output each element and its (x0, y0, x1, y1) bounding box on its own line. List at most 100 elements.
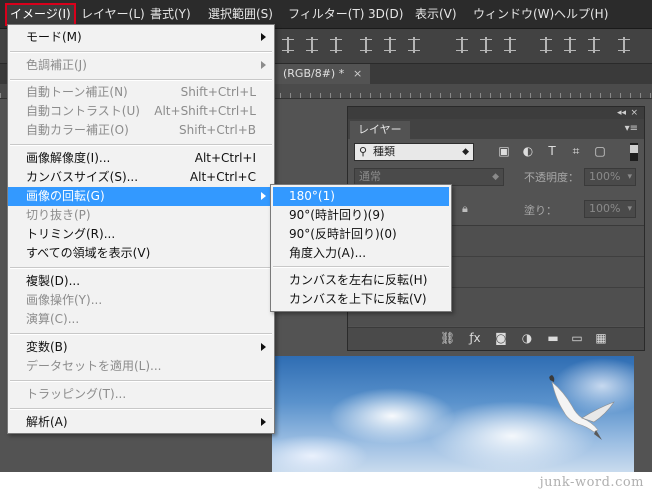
fill-field[interactable]: 100% ▾ (584, 200, 636, 218)
mask-icon[interactable]: ◙ (494, 331, 508, 345)
distribute-left-icon[interactable] (540, 37, 552, 53)
layer-filter-select[interactable]: ⚲ 種類 ◆ (354, 143, 474, 161)
menu-layer[interactable]: レイヤー(L) (81, 5, 145, 23)
menu-filter[interactable]: フィルター(T) (288, 5, 364, 23)
menu-item-label: 色調補正(J) (26, 58, 87, 72)
chevron-down-icon: ▾ (627, 172, 632, 182)
distribute-bottom-icon[interactable] (504, 37, 516, 53)
folder-icon[interactable]: ▬ (546, 331, 560, 345)
menu-item-shortcut: Alt+Ctrl+C (189, 170, 256, 184)
menu-item-shortcut: Shift+Ctrl+L (180, 85, 256, 99)
lock-icon[interactable]: 🔒︎ (462, 202, 468, 216)
fill-value: 100% (589, 202, 621, 215)
submenu-item-label: 90°(反時計回り)(0) (289, 227, 397, 241)
collapse-icon[interactable]: ◂◂ (617, 107, 626, 119)
menu-item-label: モード(M) (26, 30, 82, 44)
menu-item-crop[interactable]: 切り抜き(P) (8, 206, 274, 225)
menu-item-variables[interactable]: 変数(B) (8, 338, 274, 357)
distribute-right-icon[interactable] (588, 37, 600, 53)
menu-separator (10, 380, 272, 382)
link-icon[interactable]: ⛓ (440, 331, 455, 345)
menu-item-label: 画像の回転(G) (26, 189, 105, 203)
tab-layers[interactable]: レイヤー (350, 121, 410, 139)
canvas-image (272, 356, 634, 472)
submenu-item-rotate-90-ccw[interactable]: 90°(反時計回り)(0) (273, 225, 449, 244)
menu-image[interactable]: イメージ(I) (5, 3, 76, 26)
distribute-top-icon[interactable] (456, 37, 468, 53)
menu-item-label: 複製(D)... (26, 274, 81, 288)
menu-item-shortcut: Shift+Ctrl+B (179, 123, 256, 137)
submenu-item-label: 90°(時計回り)(9) (289, 208, 385, 222)
type-filter-icon[interactable]: T (546, 145, 558, 157)
menu-item-canvas-size[interactable]: カンバスサイズ(S)... Alt+Ctrl+C (8, 168, 274, 187)
menu-item-label: 切り抜き(P) (26, 208, 91, 222)
submenu-item-flip-horizontal[interactable]: カンバスを左右に反転(H) (273, 271, 449, 290)
menu-view[interactable]: 表示(V) (415, 5, 457, 23)
menu-separator (10, 79, 272, 81)
menu-item-reveal-all[interactable]: すべての領域を表示(V) (8, 244, 274, 263)
menu-item-trim[interactable]: トリミング(R)... (8, 225, 274, 244)
menu-type[interactable]: 書式(Y) (150, 5, 191, 23)
align-top-icon[interactable] (282, 37, 294, 53)
menu-item-apply-image[interactable]: 画像操作(Y)... (8, 291, 274, 310)
panel-header-strip (348, 107, 644, 119)
close-icon[interactable]: × (353, 64, 362, 84)
auto-align-icon[interactable] (618, 37, 630, 53)
submenu-item-flip-vertical[interactable]: カンバスを上下に反転(V) (273, 290, 449, 309)
submenu-item-rotate-180[interactable]: 180°(1) (273, 187, 449, 206)
document-tab[interactable]: (RGB/8#) * × (275, 64, 371, 84)
menu-item-image-rotation[interactable]: 画像の回転(G) (8, 187, 274, 206)
menu-item-apply-dataset[interactable]: データセットを適用(L)... (8, 357, 274, 376)
menu-window[interactable]: ウィンドウ(W) (473, 5, 554, 23)
submenu-item-label: 180°(1) (289, 189, 335, 203)
submenu-arrow-icon (261, 33, 266, 41)
layer-filter-label: 種類 (373, 145, 395, 158)
submenu-arrow-icon (261, 418, 266, 426)
submenu-item-rotate-90-cw[interactable]: 90°(時計回り)(9) (273, 206, 449, 225)
distribute-vcenter-icon[interactable] (480, 37, 492, 53)
pixel-filter-icon[interactable]: ▣ (498, 145, 510, 157)
chevron-down-icon: ▾ (627, 204, 632, 214)
panel-close-icon[interactable]: × (630, 107, 638, 119)
menu-separator (10, 144, 272, 146)
menu-item-label: 自動コントラスト(U) (26, 104, 140, 118)
adjustment-filter-icon[interactable]: ◐ (522, 145, 534, 157)
menu-select[interactable]: 選択範囲(S) (208, 5, 273, 23)
menu-item-adjustments[interactable]: 色調補正(J) (8, 56, 274, 75)
trash-icon[interactable]: ▦ (594, 331, 608, 345)
align-left-icon[interactable] (360, 37, 372, 53)
menu-item-calculations[interactable]: 演算(C)... (8, 310, 274, 329)
menu-item-shortcut: Alt+Shift+Ctrl+L (154, 104, 256, 118)
menu-item-auto-tone[interactable]: 自動トーン補正(N) Shift+Ctrl+L (8, 83, 274, 102)
menu-3d[interactable]: 3D(D) (368, 5, 403, 23)
filter-toggle[interactable] (630, 143, 638, 161)
menu-item-image-size[interactable]: 画像解像度(I)... Alt+Ctrl+I (8, 149, 274, 168)
panel-menu-icon[interactable]: ▾≡ (625, 123, 638, 134)
fx-icon[interactable]: ƒx (468, 331, 482, 345)
menu-item-mode[interactable]: モード(M) (8, 28, 274, 47)
align-vcenter-icon[interactable] (306, 37, 318, 53)
new-layer-icon[interactable]: ▭ (570, 331, 584, 345)
align-right-icon[interactable] (408, 37, 420, 53)
menu-item-analysis[interactable]: 解析(A) (8, 413, 274, 432)
menu-separator (273, 266, 449, 268)
fill-label: 塗り： (524, 204, 557, 217)
menu-item-auto-contrast[interactable]: 自動コントラスト(U) Alt+Shift+Ctrl+L (8, 102, 274, 121)
adjustment-layer-icon[interactable]: ◑ (520, 331, 534, 345)
footer-strip: junk-word.com (0, 472, 652, 493)
menu-item-label: 自動トーン補正(N) (26, 85, 128, 99)
submenu-item-label: 角度入力(A)... (289, 246, 367, 260)
submenu-item-arbitrary[interactable]: 角度入力(A)... (273, 244, 449, 263)
opacity-field[interactable]: 100% ▾ (584, 168, 636, 186)
menu-item-label: 変数(B) (26, 340, 68, 354)
menu-item-trap[interactable]: トラッピング(T)... (8, 385, 274, 404)
align-bottom-icon[interactable] (330, 37, 342, 53)
menu-item-auto-color[interactable]: 自動カラー補正(O) Shift+Ctrl+B (8, 121, 274, 140)
menu-item-duplicate[interactable]: 複製(D)... (8, 272, 274, 291)
shape-filter-icon[interactable]: ⌗ (570, 145, 582, 157)
blend-mode-value: 通常 (359, 170, 381, 183)
distribute-hcenter-icon[interactable] (564, 37, 576, 53)
align-hcenter-icon[interactable] (384, 37, 396, 53)
menu-help[interactable]: ヘルプ(H) (554, 5, 608, 23)
smartobject-filter-icon[interactable]: ▢ (594, 145, 606, 157)
